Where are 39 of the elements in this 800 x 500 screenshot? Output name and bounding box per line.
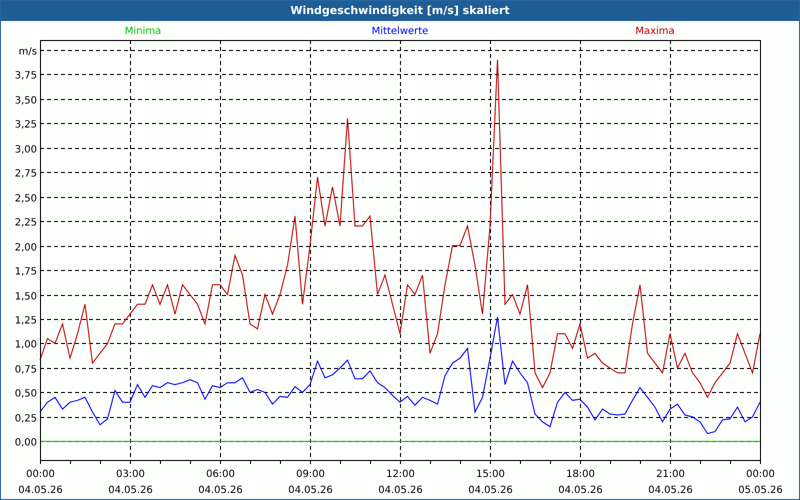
axis-label: 00:00 [26,469,55,480]
axis-label: 2,25 [14,218,37,228]
axis-label: 1,00 [14,340,37,350]
axis-label: 1,25 [14,316,37,326]
date-label: 04.05.26 [648,485,693,496]
axis-label: 0,25 [14,414,37,424]
axis-label: m/s [18,46,37,58]
date-label: 04.05.26 [558,485,603,496]
legend-label: Mittelwerte [372,26,428,37]
axis-label: 2,50 [14,194,37,204]
axis-label: 15:00 [476,469,505,480]
date-label: 04.05.26 [468,485,513,496]
date-label: 04.05.26 [18,485,63,496]
axis-label: 03:00 [116,469,145,480]
date-label: 04.05.26 [288,485,333,496]
axis-label: 0,75 [14,364,37,376]
axis-label: 3,50 [14,96,37,106]
axis-label: 21:00 [656,469,685,480]
axis-label: 0,00 [14,438,37,448]
axis-label: 2,00 [14,242,37,254]
axis-label: 3,00 [14,144,37,156]
axis-label: 2,75 [14,168,37,180]
date-label: 04.05.26 [198,485,243,496]
axis-label: 3,75 [14,70,37,82]
axis-label: 06:00 [206,469,235,480]
axis-label: 09:00 [296,469,325,480]
axis-label: 18:00 [566,469,595,480]
axis-label: 1,50 [14,292,37,302]
axis-label: 0,50 [14,388,37,400]
axis-label: 12:00 [386,469,415,480]
axis-label: 1,75 [14,266,37,278]
legend-label: Maxima [635,26,675,37]
window-title: Windgeschwindigkeit [m/s] skaliert [1,1,799,21]
axis-label: 00:00 [746,469,775,480]
date-label: 04.05.26 [378,485,423,496]
legend-label: Minima [124,26,162,37]
date-label: 05.05.26 [738,485,783,496]
date-label: 04.05.26 [108,485,153,496]
axis-label: 3,25 [14,120,37,130]
